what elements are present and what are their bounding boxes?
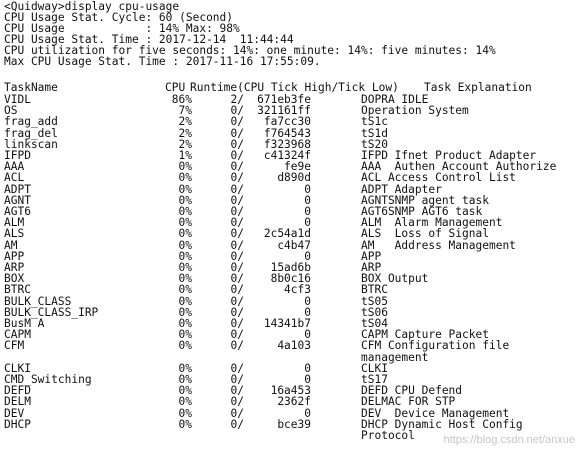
task-tick-high: 0/	[230, 126, 244, 140]
task-tick-low: 14341b7	[263, 317, 311, 330]
task-tick-low: 4a103	[277, 339, 311, 353]
header-cpu: CPU	[165, 81, 186, 94]
task-name: BULK_CLASS	[4, 294, 72, 308]
task-tick-low: d890d	[277, 171, 311, 185]
task-name: frag_add	[4, 115, 58, 129]
task-tick-high: 0/	[230, 115, 244, 129]
task-tick-high: 0/	[230, 417, 244, 431]
task-tick-high: 0/	[230, 339, 244, 353]
header-runtime: Runtime(CPU Tick High/Tick Low)	[190, 81, 399, 94]
header-taskname: TaskName	[4, 81, 58, 94]
task-tick-low: 0	[304, 193, 311, 207]
header-explanation: Task Explanation	[424, 81, 532, 94]
task-explanation: ADPT Adapter	[361, 182, 442, 196]
task-tick-low: 2c54a1d	[263, 227, 311, 241]
task-name: ALS	[4, 227, 25, 241]
task-explanation: AM Address Management	[361, 238, 516, 252]
task-tick-low: 0	[304, 406, 311, 420]
task-tick-low: 0	[304, 182, 311, 196]
task-name: DHCP	[4, 417, 31, 431]
summary-line: Max CPU Usage Stat. Time : 2017-11-16 17…	[4, 55, 321, 68]
task-name: AM	[4, 238, 18, 252]
task-tick-low: 0	[304, 294, 311, 308]
task-name: CFM	[4, 339, 25, 353]
task-tick-high: 0/	[230, 171, 244, 185]
task-explanation: tS05	[361, 294, 388, 308]
task-cpu: 0%	[178, 339, 192, 353]
task-explanation: DEV Device Management	[361, 406, 510, 420]
task-explanation: ACL Access Control List	[361, 171, 516, 185]
task-cpu: 2%	[178, 126, 192, 140]
task-name: ACL	[4, 171, 25, 185]
task-tick-high: 0/	[230, 294, 244, 308]
task-tick-low: fa7cc30	[263, 115, 311, 129]
task-tick-low: 0	[304, 205, 311, 218]
task-cpu: 0%	[178, 395, 192, 409]
task-tick-high: 0/	[230, 283, 244, 297]
task-cpu: 0%	[178, 406, 192, 420]
task-explanation: Protocol	[361, 429, 415, 442]
task-explanation: tS1c	[361, 115, 388, 129]
task-cpu: 0%	[178, 171, 192, 185]
task-name: frag_del	[4, 126, 58, 140]
task-tick-low: c4b47	[277, 238, 311, 252]
watermark: https://blog.csdn.net/anxue	[443, 434, 575, 446]
task-name: DELM	[4, 395, 31, 409]
task-cpu: 0%	[178, 227, 192, 241]
task-explanation: tS1d	[361, 126, 388, 140]
task-tick-low: 0	[304, 361, 311, 375]
task-tick-low: bce39	[277, 417, 311, 431]
task-explanation: DELMAC FOR STP	[361, 395, 456, 409]
task-explanation: BTRC	[361, 283, 388, 297]
task-cpu: 2%	[178, 115, 192, 129]
task-tick-high: 0/	[230, 227, 244, 241]
task-tick-low: 4cf3	[284, 283, 311, 297]
task-tick-high: 0/	[230, 395, 244, 409]
task-tick-low: f764543	[263, 126, 311, 140]
cli-output: <Quidway>display cpu-usage CPU Usage Sta…	[0, 0, 581, 452]
task-cpu: 0%	[178, 238, 192, 252]
task-tick-high: 0/	[230, 406, 244, 420]
task-cpu: 0%	[178, 283, 192, 297]
task-explanation: ALS Loss of Signal	[361, 227, 489, 241]
task-name: ADPT	[4, 182, 31, 196]
task-explanation: CFM Configuration file	[361, 339, 510, 353]
task-tick-high: 0/	[230, 238, 244, 252]
task-tick-low: 2362f	[277, 395, 311, 409]
task-cpu: 0%	[178, 182, 192, 196]
task-cpu: 0%	[178, 417, 192, 431]
task-name: DEV	[4, 406, 25, 420]
task-explanation: management	[361, 350, 429, 364]
task-tick-high: 0/	[230, 182, 244, 196]
task-cpu: 0%	[178, 294, 192, 308]
task-name: BTRC	[4, 283, 31, 297]
